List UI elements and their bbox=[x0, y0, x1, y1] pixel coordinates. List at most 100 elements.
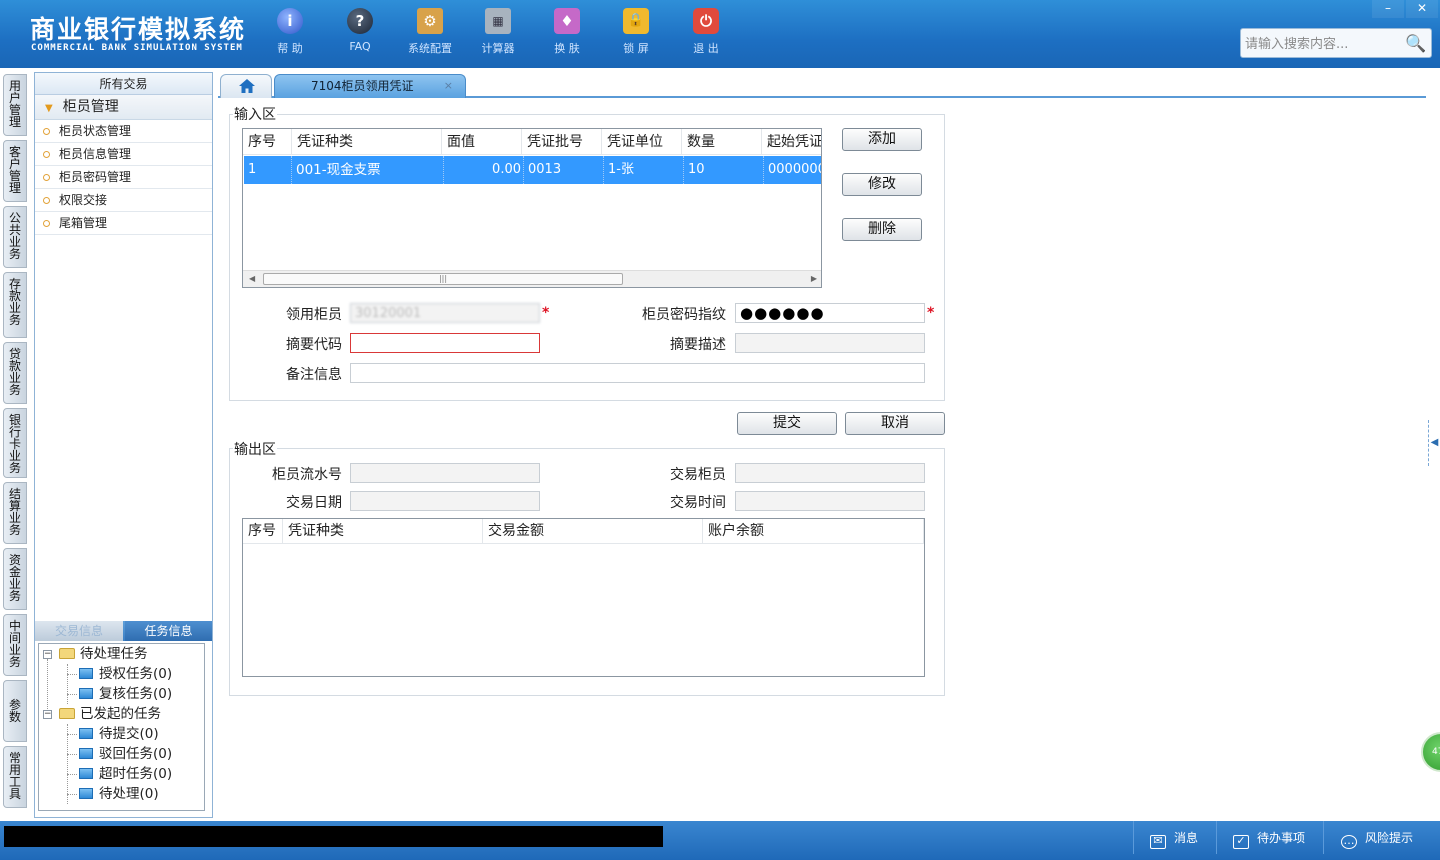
module-tab-tools[interactable]: 常用工具 bbox=[3, 746, 27, 808]
tree-line bbox=[67, 724, 68, 804]
help-button[interactable]: i 帮 助 bbox=[260, 8, 320, 60]
module-tab-settlement[interactable]: 结算业务 bbox=[3, 482, 27, 544]
system-config-button[interactable]: ⚙ 系统配置 bbox=[400, 8, 460, 60]
sidebar-bottom-tabs: 交易信息 任务信息 bbox=[35, 621, 212, 641]
module-tab-funds[interactable]: 资金业务 bbox=[3, 548, 27, 610]
transaction-teller-field[interactable] bbox=[735, 463, 925, 483]
tree-node-auth-tasks[interactable]: 授权任务(0) bbox=[79, 664, 172, 684]
column-header[interactable]: 凭证单位 bbox=[602, 129, 682, 155]
remarks-field[interactable] bbox=[350, 363, 925, 383]
lock-screen-button[interactable]: 🔒 锁 屏 bbox=[606, 8, 666, 60]
module-tab-public-business[interactable]: 公共业务 bbox=[3, 206, 27, 268]
tree-line bbox=[67, 664, 68, 704]
modify-button[interactable]: 修改 bbox=[842, 173, 922, 196]
module-tab-customer-management[interactable]: 客户管理 bbox=[3, 140, 27, 202]
teller-field[interactable] bbox=[350, 303, 540, 323]
close-window-button[interactable]: ✕ bbox=[1406, 0, 1438, 18]
tree-node-review-tasks[interactable]: 复核任务(0) bbox=[79, 684, 172, 704]
scroll-right-icon[interactable]: ▶ bbox=[811, 274, 817, 283]
tree-line bbox=[67, 774, 77, 775]
module-tab-label: 常用工具 bbox=[9, 751, 22, 801]
messages-button[interactable]: ✉ 消息 bbox=[1150, 825, 1198, 851]
tab-task-info[interactable]: 任务信息 bbox=[125, 621, 212, 641]
scroll-left-icon[interactable]: ◀ bbox=[249, 274, 255, 283]
exit-button[interactable]: ⏻ 退 出 bbox=[676, 8, 736, 60]
column-header[interactable]: 面值 bbox=[442, 129, 522, 155]
transaction-date-label: 交易日期 bbox=[286, 495, 342, 511]
sidebar-group-teller-management[interactable]: ▼ 柜员管理 bbox=[35, 95, 212, 120]
tree-node-label: 复核任务(0) bbox=[99, 686, 173, 702]
module-tab-loan[interactable]: 贷款业务 bbox=[3, 342, 27, 404]
sidebar-item-cash-box[interactable]: 尾箱管理 bbox=[35, 212, 212, 235]
serial-number-field[interactable] bbox=[350, 463, 540, 483]
add-button[interactable]: 添加 bbox=[842, 128, 922, 151]
sidebar-item-permission-handover[interactable]: 权限交接 bbox=[35, 189, 212, 212]
horizontal-scrollbar[interactable]: ◀ ||| ▶ bbox=[243, 270, 821, 287]
tree-node-pending-tasks[interactable]: 待处理任务 bbox=[59, 644, 148, 664]
transaction-time-label: 交易时间 bbox=[670, 495, 726, 511]
column-header[interactable]: 序号 bbox=[243, 129, 292, 155]
column-header[interactable]: 凭证种类 bbox=[283, 519, 483, 544]
module-tab-deposit[interactable]: 存款业务 bbox=[3, 272, 27, 338]
tree-node-initiated-tasks[interactable]: 已发起的任务 bbox=[59, 704, 161, 724]
module-tab-user-management[interactable]: 用户管理 bbox=[3, 74, 27, 136]
remarks-label: 备注信息 bbox=[286, 367, 342, 383]
column-header[interactable]: 账户余额 bbox=[703, 519, 924, 544]
table-row[interactable]: 1 001-现金支票 0.00 0013 1-张 10 000000000 bbox=[244, 156, 821, 184]
tab-7104-teller-voucher[interactable]: 7104柜员领用凭证 × bbox=[274, 74, 466, 98]
delete-button[interactable]: 删除 bbox=[842, 218, 922, 241]
column-header[interactable]: 数量 bbox=[682, 129, 762, 155]
tree-line bbox=[67, 794, 77, 795]
collapse-panel-handle[interactable]: ◀ bbox=[1428, 420, 1440, 466]
help-label: 帮 助 bbox=[277, 42, 303, 55]
search-box: 🔍 bbox=[1240, 28, 1432, 58]
sidebar-item-teller-info[interactable]: 柜员信息管理 bbox=[35, 143, 212, 166]
tree-node-timeout[interactable]: 超时任务(0) bbox=[79, 764, 172, 784]
submit-button[interactable]: 提交 bbox=[737, 412, 837, 435]
module-tab-intermediary[interactable]: 中间业务 bbox=[3, 614, 27, 676]
summary-desc-field[interactable] bbox=[735, 333, 925, 353]
tree-node-to-submit[interactable]: 待提交(0) bbox=[79, 724, 159, 744]
change-skin-button[interactable]: ♦ 换 肤 bbox=[537, 8, 597, 60]
tree-collapse-toggle[interactable]: − bbox=[43, 710, 52, 719]
tab-home[interactable] bbox=[220, 74, 272, 98]
tree-collapse-toggle[interactable]: − bbox=[43, 650, 52, 659]
column-header[interactable]: 序号 bbox=[243, 519, 283, 544]
calculator-button[interactable]: ▦ 计算器 bbox=[468, 8, 528, 60]
tree-node-to-process[interactable]: 待处理(0) bbox=[79, 784, 159, 804]
column-header[interactable]: 凭证批号 bbox=[522, 129, 602, 155]
cancel-button[interactable]: 取消 bbox=[845, 412, 945, 435]
column-header[interactable]: 起始凭证 bbox=[762, 129, 821, 155]
main-tabbar: 7104柜员领用凭证 × bbox=[218, 72, 1426, 98]
help-icon: i bbox=[277, 8, 303, 34]
app-title: 商业银行模拟系统 bbox=[30, 15, 247, 44]
column-header[interactable]: 凭证种类 bbox=[292, 129, 442, 155]
tab-transaction-info[interactable]: 交易信息 bbox=[35, 621, 123, 641]
folder-icon bbox=[59, 708, 75, 719]
faq-button[interactable]: ? FAQ bbox=[330, 8, 390, 60]
sidebar-item-label: 尾箱管理 bbox=[59, 216, 108, 230]
column-header[interactable]: 交易金额 bbox=[483, 519, 703, 544]
module-tab-bank-card[interactable]: 银行卡业务 bbox=[3, 408, 27, 478]
status-bar: ✉ 消息 ✓ 待办事项 … 风险提示 bbox=[0, 821, 1440, 860]
config-icon: ⚙ bbox=[417, 8, 443, 34]
search-icon[interactable]: 🔍 bbox=[1405, 33, 1427, 55]
module-tab-label: 用户管理 bbox=[9, 79, 22, 129]
checkbox-icon: ✓ bbox=[1233, 835, 1249, 849]
todo-button[interactable]: ✓ 待办事项 bbox=[1233, 825, 1305, 851]
scrollbar-thumb[interactable]: ||| bbox=[263, 273, 623, 285]
password-fingerprint-field[interactable] bbox=[735, 303, 925, 323]
minimize-button[interactable]: – bbox=[1372, 0, 1404, 18]
bullet-icon bbox=[43, 197, 50, 204]
module-tab-parameters[interactable]: 参数 bbox=[3, 680, 27, 742]
tree-node-rejected[interactable]: 驳回任务(0) bbox=[79, 744, 172, 764]
sidebar-item-teller-password[interactable]: 柜员密码管理 bbox=[35, 166, 212, 189]
task-icon bbox=[79, 768, 93, 779]
close-tab-icon[interactable]: × bbox=[444, 75, 453, 97]
sidebar-item-teller-status[interactable]: 柜员状态管理 bbox=[35, 120, 212, 143]
transaction-date-field[interactable] bbox=[350, 491, 540, 511]
transaction-time-field[interactable] bbox=[735, 491, 925, 511]
risk-alert-button[interactable]: … 风险提示 bbox=[1341, 825, 1413, 851]
search-input[interactable] bbox=[1245, 34, 1405, 54]
summary-code-field[interactable] bbox=[350, 333, 540, 353]
